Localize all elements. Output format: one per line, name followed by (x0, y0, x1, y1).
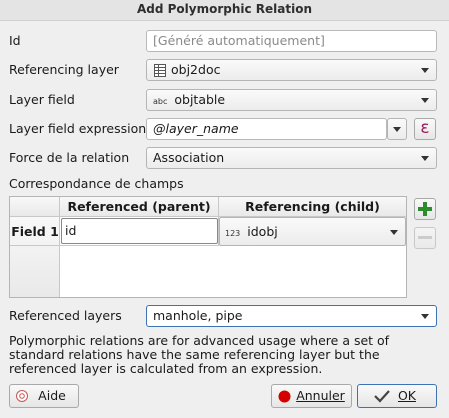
layer-field-label: Layer field (9, 92, 75, 107)
add-field-button[interactable] (414, 198, 436, 220)
referenced-layers-value: manhole, pipe (153, 308, 243, 323)
id-label: Id (9, 33, 21, 48)
cancel-button[interactable]: Annuler (271, 384, 352, 408)
layer-field-expression-value: @layer_name (153, 121, 239, 136)
referencing-layer-label: Referencing layer (9, 62, 119, 77)
referenced-layers-combo[interactable]: manhole, pipe (146, 305, 437, 327)
ok-check-icon (374, 390, 390, 403)
layer-field-expression-input[interactable]: @layer_name (146, 118, 387, 140)
field-mapping-label: Correspondance de champs (9, 176, 184, 191)
column-header-child[interactable]: Referencing (child) (219, 197, 406, 217)
layer-field-expression-label: Layer field expression (9, 121, 147, 136)
parent-field-value: id (65, 223, 77, 238)
minus-icon (418, 236, 432, 239)
help-button[interactable]: Aide (9, 384, 79, 408)
chevron-down-icon (421, 68, 429, 73)
table-row: id (60, 217, 219, 246)
info-text: Polymorphic relations are for advanced u… (9, 333, 390, 376)
help-icon (16, 390, 28, 402)
child-field-combo[interactable]: 123 idobj (219, 217, 406, 246)
id-placeholder: [Généré automatiquement] (153, 33, 325, 48)
child-field-value: idobj (247, 224, 278, 239)
relation-strength-label: Force de la relation (9, 150, 130, 165)
cancel-button-label: Annuler (296, 388, 345, 403)
table-corner (10, 197, 60, 217)
referenced-layers-label: Referenced layers (9, 308, 122, 323)
remove-field-button[interactable] (414, 227, 436, 249)
chevron-down-icon (421, 98, 429, 103)
ok-button-label: OK (397, 388, 417, 403)
expression-builder-button[interactable]: ε (414, 118, 436, 140)
window-title: Add Polymorphic Relation (136, 2, 313, 16)
window-titlebar: Add Polymorphic Relation (0, 0, 449, 21)
chevron-down-icon (421, 156, 429, 161)
chevron-down-icon (390, 230, 398, 235)
relation-strength-value: Association (153, 150, 225, 165)
referencing-layer-combo[interactable]: obj2doc (146, 59, 437, 81)
chevron-down-icon (393, 127, 401, 132)
parent-field-input[interactable]: id (61, 218, 218, 244)
field-mapping-table: Referenced (parent) Referencing (child) … (9, 196, 407, 298)
text-field-type-icon: abc (153, 97, 168, 106)
expression-dropdown-button[interactable] (387, 118, 407, 140)
row-header-field-1[interactable]: Field 1 (10, 217, 60, 246)
layer-field-combo[interactable]: abc objtable (146, 89, 437, 111)
id-input[interactable]: [Généré automatiquement] (146, 30, 437, 52)
help-button-label: Aide (38, 388, 66, 403)
integer-field-type-icon: 123 (225, 229, 241, 238)
table-layer-icon (154, 64, 166, 77)
relation-strength-combo[interactable]: Association (146, 147, 437, 169)
referencing-layer-value: obj2doc (171, 62, 221, 77)
epsilon-icon: ε (420, 118, 430, 138)
chevron-down-icon (421, 314, 429, 319)
layer-field-value: objtable (174, 92, 226, 107)
ok-button[interactable]: OK (357, 384, 437, 408)
plus-icon (418, 202, 432, 216)
column-header-parent[interactable]: Referenced (parent) (60, 197, 219, 217)
cancel-icon (278, 390, 291, 403)
